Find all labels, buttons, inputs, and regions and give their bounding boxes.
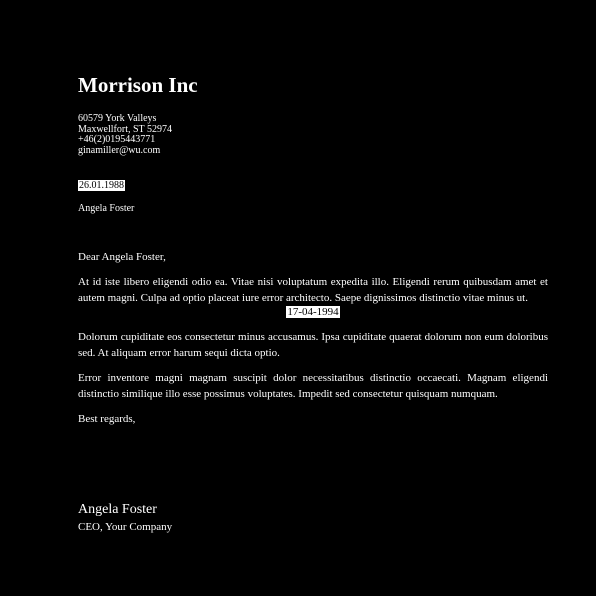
paragraph-3: Error inventore magni magnam suscipit do… <box>78 372 548 400</box>
company-name: Morrison Inc <box>78 73 198 97</box>
greeting: Dear Angela Foster, <box>78 251 166 263</box>
letter-date-line: 26.01.1988 <box>78 180 125 192</box>
signature-title: CEO, Your Company <box>78 521 173 533</box>
letter-date: 26.01.1988 <box>78 180 125 191</box>
paragraph-2: Dolorum cupiditate eos consectetur minus… <box>78 331 548 359</box>
closing: Best regards, <box>78 413 136 425</box>
paragraph-1: At id iste libero eligendi odio ea. Vita… <box>78 276 548 304</box>
signature-name: Angela Foster <box>78 502 157 517</box>
address-email: ginamiller@wu.com <box>78 144 161 156</box>
recipient-name: Angela Foster <box>78 203 135 214</box>
sender-address: 60579 York Valleys Maxwellfort, ST 52974… <box>78 113 172 156</box>
address-street: 60579 York Valleys <box>78 113 157 124</box>
address-phone: +46(2)0195443771 <box>78 134 156 145</box>
paragraph-1-date-line: 17-04-1994 <box>78 306 548 319</box>
paragraph-1-date: 17-04-1994 <box>286 306 340 318</box>
